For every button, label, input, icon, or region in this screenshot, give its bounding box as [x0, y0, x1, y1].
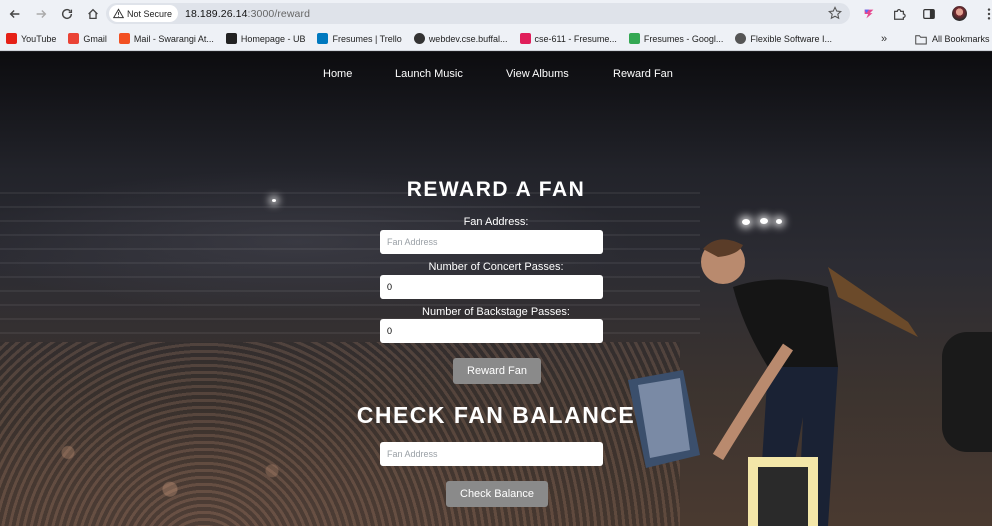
- check-balance-button[interactable]: Check Balance: [446, 481, 548, 507]
- reload-icon[interactable]: [56, 3, 78, 25]
- menu-dots-icon[interactable]: [978, 3, 992, 24]
- concert-passes-label: Number of Concert Passes:: [428, 261, 564, 273]
- folder-icon: [915, 34, 927, 44]
- bookmark-label: Fresumes - Googl...: [643, 33, 724, 44]
- main-nav: Home Launch Music View Albums Reward Fan: [0, 52, 992, 96]
- bookmark-label: Mail - Swarangi At...: [133, 33, 214, 44]
- nav-view-albums[interactable]: View Albums: [506, 68, 569, 80]
- all-bookmarks-label: All Bookmarks: [932, 34, 990, 44]
- bookmark-trello[interactable]: Fresumes | Trello: [317, 33, 402, 44]
- bookmark-label: Fresumes | Trello: [332, 33, 402, 44]
- security-label: Not Secure: [127, 8, 173, 19]
- home-icon[interactable]: [82, 3, 104, 25]
- backstage-passes-input[interactable]: [380, 319, 603, 343]
- bookmark-webdev[interactable]: webdev.cse.buffal...: [413, 33, 508, 44]
- forward-icon[interactable]: [30, 3, 52, 25]
- bookmark-label: webdev.cse.buffal...: [428, 33, 508, 44]
- reward-page: Home Launch Music View Albums Reward Fan…: [0, 52, 992, 526]
- extensions-puzzle-icon[interactable]: [888, 3, 910, 24]
- check-balance-title: CHECK FAN BALANCE: [356, 402, 636, 428]
- info-icon: [735, 33, 747, 44]
- concert-passes-input[interactable]: [380, 275, 603, 299]
- ub-icon: [225, 33, 237, 44]
- all-bookmarks[interactable]: All Bookmarks: [915, 27, 990, 51]
- address-bar[interactable]: Not Secure 18.189.26.14:3000/reward: [106, 3, 850, 24]
- backstage-passes-label: Number of Backstage Passes:: [422, 306, 570, 318]
- slack-icon: [519, 33, 531, 44]
- bookmark-youtube[interactable]: YouTube: [6, 33, 56, 44]
- reward-fan-title: REWARD A FAN: [406, 178, 586, 201]
- side-panel-icon[interactable]: [918, 3, 940, 24]
- extension-logo-icon[interactable]: [858, 3, 880, 24]
- browser-toolbar: Not Secure 18.189.26.14:3000/reward: [0, 0, 992, 27]
- url-text[interactable]: 18.189.26.14:3000/reward: [185, 8, 310, 20]
- bookmark-flexible-software[interactable]: Flexible Software I...: [735, 33, 832, 44]
- bookmark-label: Gmail: [83, 33, 107, 44]
- bookmark-google-drive[interactable]: Fresumes - Googl...: [628, 33, 724, 44]
- bookmark-label: Flexible Software I...: [750, 33, 832, 44]
- bookmark-label: cse-611 - Fresume...: [534, 33, 617, 44]
- security-chip[interactable]: Not Secure: [109, 5, 179, 22]
- bookmark-label: YouTube: [21, 33, 57, 44]
- nav-launch-music[interactable]: Launch Music: [395, 68, 463, 80]
- fan-address-label: Fan Address:: [463, 216, 529, 228]
- profile-avatar[interactable]: [948, 3, 970, 24]
- bookmark-star-icon[interactable]: [828, 6, 842, 20]
- fan-address-input[interactable]: [380, 230, 603, 254]
- nav-home[interactable]: Home: [323, 68, 352, 80]
- bookmark-homepage-ub[interactable]: Homepage - UB: [225, 33, 306, 44]
- crowd-background: [0, 342, 680, 526]
- bookmarks-bar: YouTube Gmail Mail - Swarangi At... Home…: [0, 27, 992, 51]
- reward-fan-button[interactable]: Reward Fan: [453, 358, 541, 384]
- gmail-icon: [68, 33, 80, 44]
- more-bookmarks-chevron[interactable]: »: [881, 33, 887, 45]
- youtube-icon: [6, 33, 17, 44]
- bookmark-gmail[interactable]: Gmail: [68, 33, 107, 44]
- google-drive-icon: [628, 33, 640, 44]
- microsoft-icon: [118, 33, 130, 44]
- url-host: 18.189.26.14: [185, 7, 248, 20]
- speaker-decoration: [942, 332, 992, 452]
- balance-fan-address-input[interactable]: [380, 442, 603, 466]
- trello-icon: [317, 33, 329, 44]
- back-icon[interactable]: [4, 3, 26, 25]
- bookmark-label: Homepage - UB: [240, 33, 306, 44]
- nav-reward-fan[interactable]: Reward Fan: [613, 68, 673, 80]
- url-path: :3000/reward: [247, 7, 311, 20]
- bookmark-slack[interactable]: cse-611 - Fresume...: [519, 33, 617, 44]
- warning-icon: [113, 8, 124, 19]
- bookmark-outlook-mail[interactable]: Mail - Swarangi At...: [118, 33, 214, 44]
- globe-icon: [413, 33, 425, 44]
